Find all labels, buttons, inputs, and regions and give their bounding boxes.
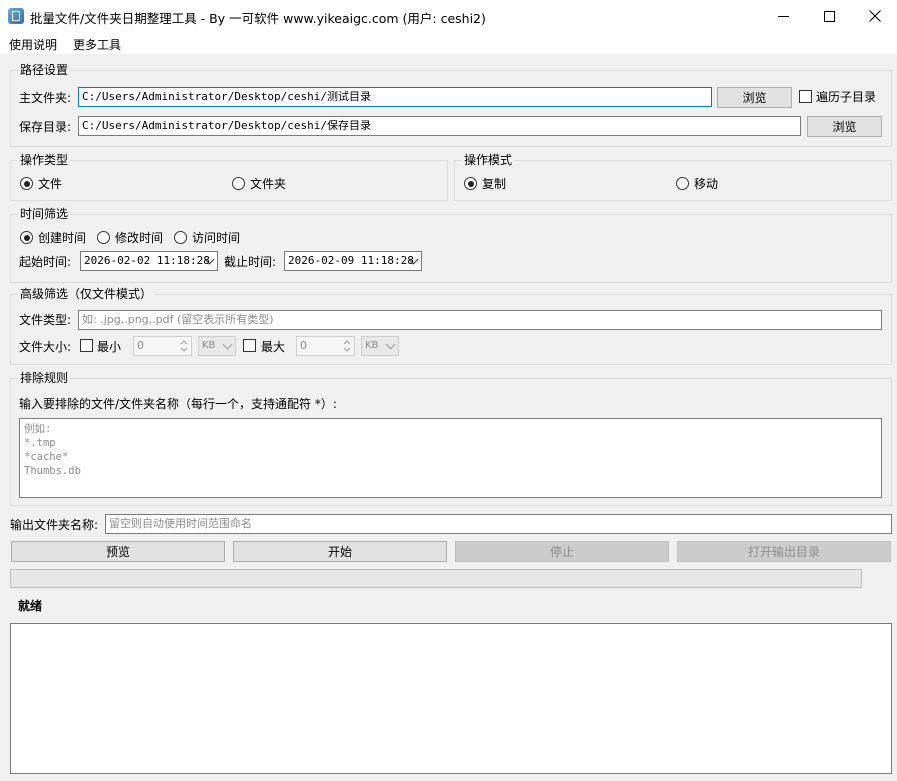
max-size-label[interactable]: 最大 (261, 340, 285, 354)
browse-main-folder-button[interactable]: 浏览 (717, 87, 792, 108)
radio-folder[interactable] (232, 177, 245, 190)
radio-modified-time-label[interactable]: 修改时间 (115, 231, 163, 245)
main-folder-input[interactable]: C:/Users/Administrator/Desktop/ceshi/测试目… (78, 87, 712, 107)
radio-accessed-time[interactable] (174, 231, 187, 244)
chevron-down-icon (385, 339, 396, 350)
spin-arrows-icon (180, 340, 188, 352)
minimize-icon (777, 15, 789, 17)
min-size-value: 0 (137, 339, 144, 352)
open-output-dir-button[interactable]: 打开输出目录 (677, 541, 891, 562)
max-unit-value: KB (365, 340, 379, 351)
app-icon (8, 8, 24, 24)
radio-created-time[interactable] (20, 231, 33, 244)
menu-bar (0, 32, 897, 54)
close-button[interactable] (852, 0, 897, 32)
file-type-label: 文件类型: (19, 313, 72, 327)
file-type-input[interactable]: 如: .jpg,.png,.pdf (留空表示所有类型) (78, 310, 882, 330)
operation-type-title: 操作类型 (18, 153, 71, 167)
spin-arrows-icon (343, 340, 351, 352)
maximize-button[interactable] (806, 0, 852, 32)
file-size-label: 文件大小: (19, 340, 72, 354)
end-time-picker[interactable]: 2026-02-09 11:18:28 (284, 251, 422, 271)
min-unit-select[interactable]: KB (198, 336, 236, 356)
max-unit-select[interactable]: KB (361, 336, 399, 356)
exclude-rules-title: 排除规则 (18, 371, 71, 385)
min-size-stepper[interactable]: 0 (133, 336, 192, 356)
min-size-label[interactable]: 最小 (97, 340, 121, 354)
preview-button[interactable]: 预览 (11, 541, 225, 562)
start-time-picker[interactable]: 2026-02-02 11:18:28 (80, 251, 218, 271)
stop-button[interactable]: 停止 (455, 541, 669, 562)
save-dir-label: 保存目录: (19, 120, 72, 134)
time-filter-title: 时间筛选 (18, 207, 71, 221)
exclude-rules-instruction: 输入要排除的文件/文件夹名称（每行一个，支持通配符 *）: (19, 397, 337, 411)
radio-modified-time[interactable] (97, 231, 110, 244)
chevron-down-icon (222, 339, 233, 350)
radio-move-label[interactable]: 移动 (694, 177, 718, 191)
close-icon (869, 10, 881, 22)
main-folder-label: 主文件夹: (19, 91, 72, 105)
radio-accessed-time-label[interactable]: 访问时间 (192, 231, 240, 245)
radio-copy-label[interactable]: 复制 (482, 177, 506, 191)
advanced-filter-title: 高级筛选（仅文件模式） (18, 287, 155, 301)
status-text: 就绪 (18, 599, 43, 613)
start-time-label: 起始时间: (19, 255, 72, 269)
menu-item-help[interactable]: 使用说明 (9, 36, 57, 53)
minimize-button[interactable] (760, 0, 806, 32)
operation-mode-group (454, 160, 892, 201)
radio-copy[interactable] (464, 177, 477, 190)
radio-created-time-label[interactable]: 创建时间 (38, 231, 86, 245)
progress-bar (10, 569, 862, 588)
start-button[interactable]: 开始 (233, 541, 447, 562)
browse-save-dir-button[interactable]: 浏览 (807, 116, 882, 137)
save-dir-input[interactable]: C:/Users/Administrator/Desktop/ceshi/保存目… (78, 116, 801, 136)
recursive-label[interactable]: 遍历子目录 (816, 90, 876, 104)
radio-folder-label[interactable]: 文件夹 (250, 177, 286, 191)
operation-type-group (10, 160, 448, 201)
recursive-checkbox[interactable] (799, 90, 812, 103)
exclude-rules-textarea[interactable]: 例如: *.tmp *cache* Thumbs.db (19, 418, 882, 498)
radio-file[interactable] (20, 177, 33, 190)
min-unit-value: KB (202, 340, 216, 351)
maximize-icon (823, 10, 835, 22)
max-size-value: 0 (300, 339, 307, 352)
min-size-checkbox[interactable] (80, 339, 93, 352)
end-time-value: 2026-02-09 11:18:28 (288, 254, 414, 267)
output-folder-name-label: 输出文件夹名称: (10, 518, 99, 532)
operation-mode-title: 操作模式 (462, 153, 515, 167)
max-size-checkbox[interactable] (243, 339, 256, 352)
window-title: 批量文件/文件夹日期整理工具 - By 一可软件 www.yikeaigc.co… (30, 11, 486, 26)
end-time-label: 截止时间: (224, 255, 277, 269)
start-time-value: 2026-02-02 11:18:28 (84, 254, 210, 267)
radio-move[interactable] (676, 177, 689, 190)
output-folder-name-input[interactable]: 留空则自动使用时间范围命名 (105, 514, 892, 534)
log-output-area[interactable] (10, 623, 892, 774)
path-settings-title: 路径设置 (18, 63, 71, 77)
time-filter-group (10, 214, 892, 283)
radio-file-label[interactable]: 文件 (38, 177, 62, 191)
menu-item-more-tools[interactable]: 更多工具 (73, 36, 121, 53)
max-size-stepper[interactable]: 0 (296, 336, 355, 356)
